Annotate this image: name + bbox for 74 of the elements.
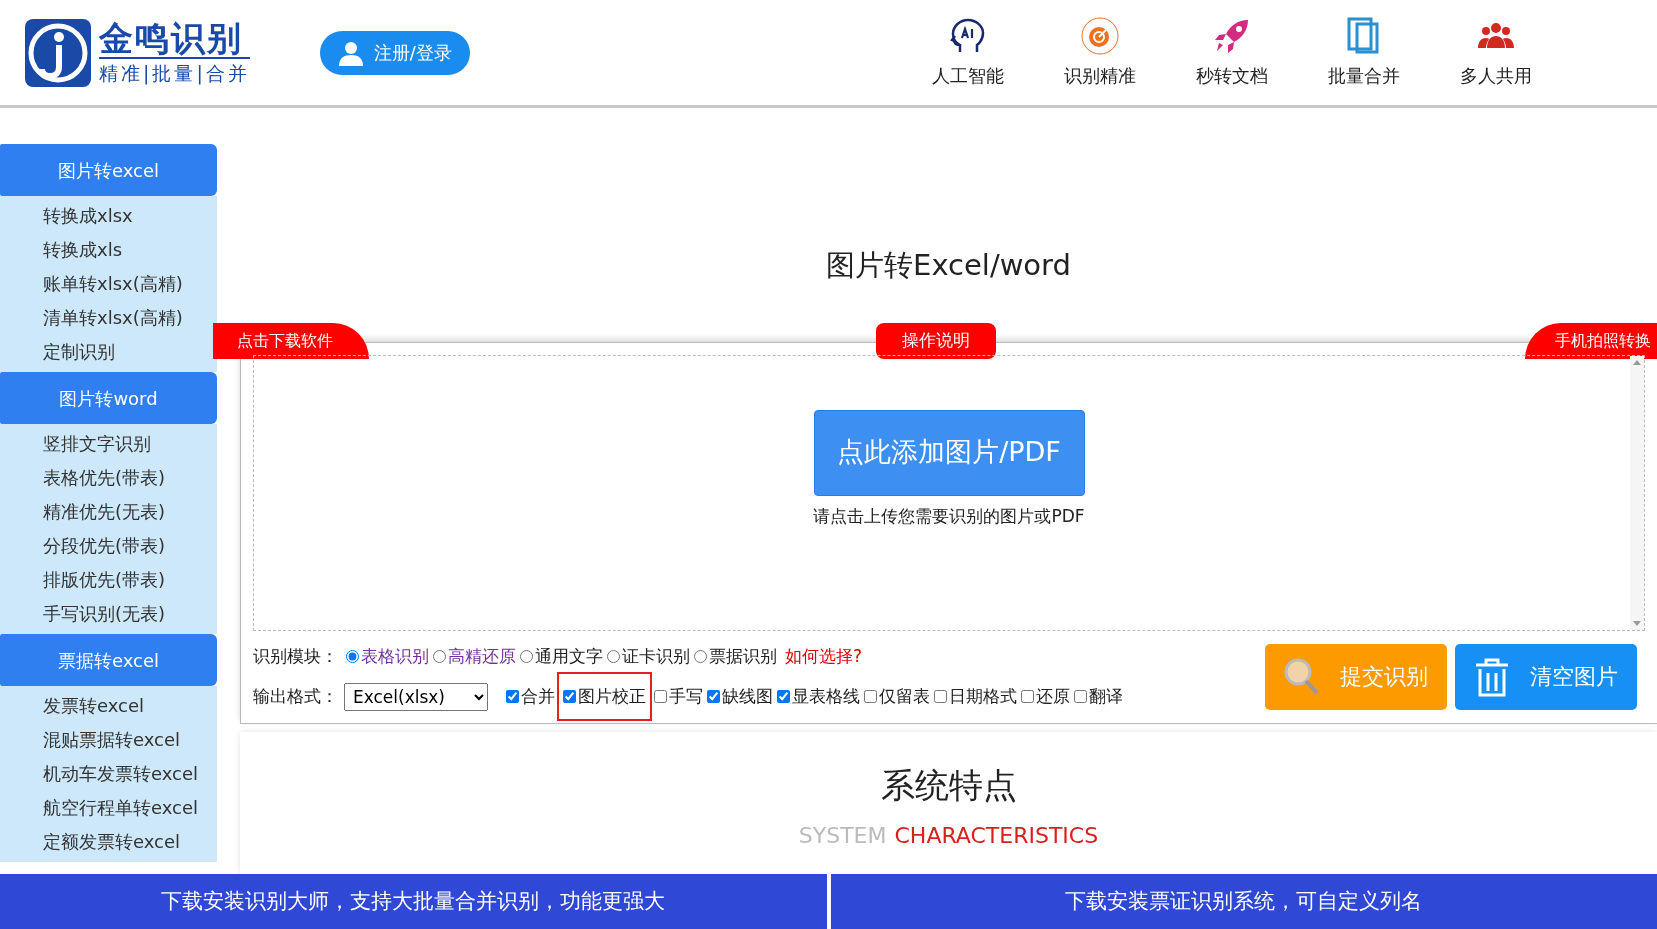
feature-label: 秒转文档: [1196, 64, 1268, 88]
radio-button[interactable]: [520, 650, 533, 663]
section-subtitle: SYSTEM: [798, 822, 887, 848]
checkbox-label[interactable]: 合并: [521, 683, 555, 710]
radio-label[interactable]: 高精还原: [448, 643, 516, 670]
checkbox-label[interactable]: 仅留表: [879, 683, 930, 710]
feature-label: 人工智能: [932, 64, 1004, 88]
checkbox[interactable]: [864, 690, 877, 703]
checkbox[interactable]: [707, 690, 720, 703]
instructions-ribbon[interactable]: 操作说明: [876, 322, 996, 359]
sidebar-item[interactable]: 发票转excel: [0, 688, 217, 722]
radio-button[interactable]: [607, 650, 620, 663]
radio-button[interactable]: [694, 650, 707, 663]
ribbon-link[interactable]: 点击下载软件: [213, 322, 369, 359]
sidebar-group-title[interactable]: 票据转excel: [0, 634, 217, 686]
help-link[interactable]: 如何选择?: [785, 643, 863, 670]
sidebar-item[interactable]: 竖排文字识别: [0, 426, 217, 460]
format-select[interactable]: Excel(xlsx): [344, 682, 488, 711]
radio-label[interactable]: 通用文字: [535, 643, 603, 670]
checkbox[interactable]: [563, 690, 576, 703]
sidebar-group-title[interactable]: 图片转word: [0, 372, 217, 424]
sidebar-item[interactable]: 排版优先(带表): [0, 562, 217, 596]
checkbox[interactable]: [777, 690, 790, 703]
scrollbar[interactable]: [1630, 355, 1644, 630]
sidebar-item[interactable]: 账单转xlsx(高精): [0, 266, 217, 300]
output-format-label: 输出格式：: [253, 684, 338, 708]
sidebar-group-title[interactable]: 图片转excel: [0, 144, 217, 196]
upload-hint: 请点击上传您需要识别的图片或PDF: [813, 504, 1085, 528]
sidebar-item[interactable]: 定额发票转excel: [0, 824, 217, 858]
trash-icon: [1474, 656, 1510, 697]
ribbon-link[interactable]: 手机拍照转换: [1525, 322, 1657, 359]
checkbox[interactable]: [654, 690, 667, 703]
radio-label[interactable]: 票据识别: [709, 643, 777, 670]
sidebar-item[interactable]: 转换成xls: [0, 232, 217, 266]
logo-title: 金鸣识别: [99, 20, 250, 59]
search-icon: [1284, 657, 1320, 696]
sidebar-item[interactable]: 分段优先(带表): [0, 528, 217, 562]
checkbox-label[interactable]: 显表格线: [792, 683, 860, 710]
download-banner-link[interactable]: 下载安装识别大师，支持大批量合并识别，功能更强大: [0, 874, 827, 929]
checkbox[interactable]: [934, 690, 947, 703]
checkbox-label[interactable]: 图片校正: [578, 683, 646, 710]
scroll-down-icon[interactable]: [1633, 620, 1641, 626]
logo-tagline: 精准|批量|合并: [99, 61, 250, 85]
checkbox-label[interactable]: 日期格式: [949, 683, 1017, 710]
page-title: 图片转Excel/word: [825, 247, 1072, 284]
sidebar-item[interactable]: 手写识别(无表): [0, 596, 217, 630]
checkbox-label[interactable]: 翻译: [1089, 683, 1123, 710]
checkbox[interactable]: [1021, 690, 1034, 703]
logo-icon: [25, 18, 91, 87]
sidebar-item[interactable]: 转换成xlsx: [0, 198, 217, 232]
sidebar-item[interactable]: 混贴票据转excel: [0, 722, 217, 756]
user-icon: [337, 39, 364, 66]
radio-button[interactable]: [433, 650, 446, 663]
feature-label: 识别精准: [1064, 64, 1136, 88]
checkbox-label[interactable]: 手写: [669, 683, 703, 710]
module-label: 识别模块：: [253, 644, 338, 668]
feature-label: 多人共用: [1460, 64, 1532, 88]
checkbox[interactable]: [1074, 690, 1087, 703]
section-subtitle: CHARACTERISTICS: [894, 822, 1099, 848]
feature-label: 批量合并: [1328, 64, 1400, 88]
download-banner-link[interactable]: 下载安装票证识别系统，可自定义列名: [830, 874, 1657, 929]
sidebar-item[interactable]: 机动车发票转excel: [0, 756, 217, 790]
sidebar-item[interactable]: 精准优先(无表): [0, 494, 217, 528]
sidebar-item[interactable]: 航空行程单转excel: [0, 790, 217, 824]
sidebar-item[interactable]: 表格优先(带表): [0, 460, 217, 494]
checkbox-label[interactable]: 还原: [1036, 683, 1070, 710]
target-icon: [1080, 16, 1120, 56]
checkbox[interactable]: [506, 690, 519, 703]
radio-button[interactable]: [346, 650, 359, 663]
section-title: 系统特点: [879, 763, 1018, 807]
drop-area[interactable]: 点此添加图片/PDF 请点击上传您需要识别的图片或PDF: [253, 354, 1645, 631]
radio-label[interactable]: 证卡识别: [622, 643, 690, 670]
radio-label[interactable]: 表格识别: [361, 643, 429, 670]
checkbox-label[interactable]: 缺线图: [722, 683, 773, 710]
